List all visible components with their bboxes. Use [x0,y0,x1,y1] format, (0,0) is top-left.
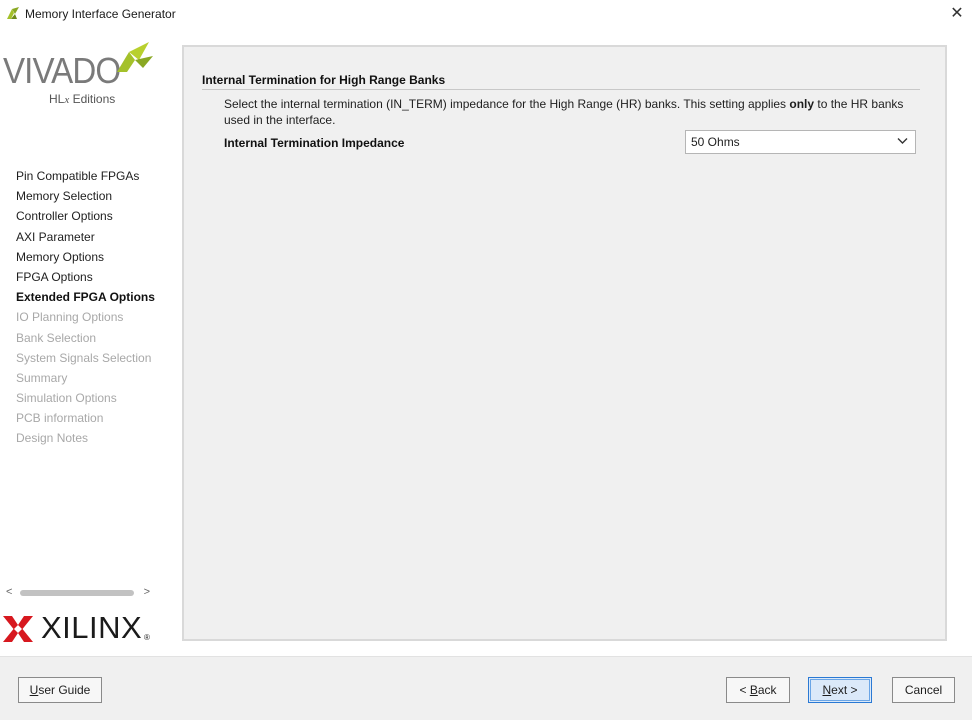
wizard-step-memory-options[interactable]: Memory Options [16,247,155,267]
registered-mark: ® [144,633,150,642]
vivado-edition: HLx Editions [49,92,116,106]
wizard-step-io-planning-options: IO Planning Options [16,310,124,325]
left-panel: VIVADO HLx Editions Pin Compatible FPGAs… [0,28,157,656]
scrollbar-thumb[interactable] [20,590,134,596]
title-bar: Memory Interface Generator ✕ [0,0,972,28]
chevron-down-icon [897,138,908,144]
horizontal-scrollbar[interactable]: < > [4,586,152,600]
termination-impedance-label: Internal Termination Impedance [224,136,405,150]
section-divider [202,89,920,90]
wizard-step-design-notes: Design Notes [16,431,89,446]
close-button[interactable]: ✕ [942,0,972,28]
wizard-step-bank-selection: Bank Selection [16,330,97,345]
window-title: Memory Interface Generator [25,7,176,21]
bottom-bar: User Guide < Back Next > Cancel [0,656,972,720]
wizard-steps: Pin Compatible FPGAs Memory Selection Cont… [16,166,155,449]
scroll-left-icon[interactable]: < [6,586,12,598]
scroll-right-icon[interactable]: > [144,586,150,598]
wizard-step-pcb-information: PCB information [16,411,104,426]
wizard-step-pin-compatible-fpgas[interactable]: Pin Compatible FPGAs [16,166,155,186]
vivado-app-icon [7,7,19,19]
xilinx-wordmark: XILINX [41,610,143,645]
back-button[interactable]: < Back [726,677,790,703]
wizard-step-memory-selection[interactable]: Memory Selection [16,186,155,206]
close-icon: ✕ [950,5,964,22]
wizard-step-axi-parameter[interactable]: AXI Parameter [16,227,155,247]
vivado-logo: VIVADO HLx Editions [3,38,155,106]
vivado-wordmark: VIVADO [3,50,121,91]
user-guide-button[interactable]: User Guide [18,677,102,703]
wizard-step-summary: Summary [16,370,68,385]
vivado-leaf-icon [117,42,153,72]
termination-impedance-value: 50 Ohms [691,135,740,149]
wizard-step-controller-options[interactable]: Controller Options [16,206,155,226]
wizard-step-simulation-options: Simulation Options [16,391,117,406]
xilinx-mark-icon [3,616,33,642]
wizard-step-system-signals-selection: System Signals Selection [16,350,152,365]
cancel-button[interactable]: Cancel [892,677,955,703]
wizard-step-extended-fpga-options[interactable]: Extended FPGA Options [16,287,155,307]
section-title: Internal Termination for High Range Bank… [202,73,446,87]
section-description: Select the internal termination (IN_TERM… [224,97,904,127]
xilinx-logo: XILINX ® [3,610,155,648]
next-button[interactable]: Next > [808,677,872,703]
termination-impedance-select[interactable]: 50 Ohms [685,130,916,154]
wizard-step-fpga-options[interactable]: FPGA Options [16,267,155,287]
content-panel: Internal Termination for High Range Bank… [182,45,947,641]
